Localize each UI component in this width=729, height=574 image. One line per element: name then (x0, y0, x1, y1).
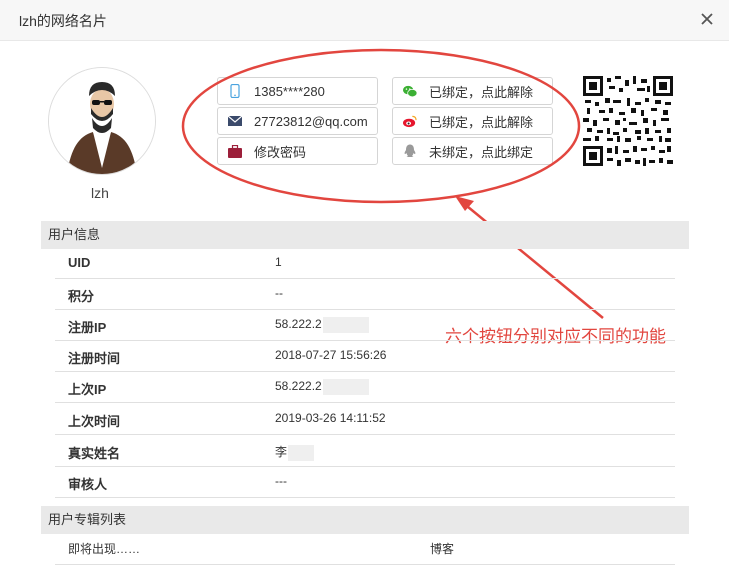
info-row-real-name: 真实姓名 李 (55, 436, 675, 467)
redaction-blur (288, 444, 315, 461)
dialog-titlebar: lzh的网络名片 (0, 0, 729, 41)
info-row-register-ip: 注册IP 58.222.2 (55, 310, 675, 341)
info-row-uid: UID 1 (55, 248, 675, 279)
weibo-binding-button[interactable]: 已绑定，点此解除 (392, 107, 553, 135)
info-row-last-ip: 上次IP 58.222.2 (55, 372, 675, 403)
info-row-points: 积分 -- (55, 279, 675, 310)
info-label: 积分 (68, 289, 95, 304)
info-label: 审核人 (68, 477, 108, 492)
info-label: 上次时间 (68, 414, 121, 429)
info-value: -- (275, 286, 283, 300)
info-label: 真实姓名 (68, 446, 121, 461)
info-row-register-time: 注册时间 2018-07-27 15:56:26 (55, 341, 675, 372)
info-value: 1 (275, 255, 282, 269)
album-item-type: 博客 (430, 542, 455, 556)
briefcase-icon (228, 144, 242, 158)
info-label: 注册IP (68, 320, 107, 335)
phone-button[interactable]: 1385****280 (217, 77, 378, 105)
phone-button-label: 1385****280 (254, 83, 325, 99)
avatar (48, 67, 156, 175)
info-value: 2018-07-27 15:56:26 (275, 348, 387, 362)
info-value: --- (275, 474, 287, 488)
info-label: 上次IP (68, 382, 107, 397)
info-value: 李 (275, 443, 315, 461)
user-info-header: 用户信息 (41, 221, 689, 249)
phone-icon (228, 84, 242, 98)
username: lzh (91, 185, 109, 201)
qq-binding-label: 未绑定，点此绑定 (429, 144, 534, 160)
wechat-binding-button[interactable]: 已绑定，点此解除 (392, 77, 553, 105)
email-button-label: 27723812@qq.com (254, 113, 368, 129)
info-value-text: 58.222.2 (275, 317, 322, 332)
info-label: UID (68, 255, 91, 270)
info-value-text: 58.222.2 (275, 379, 322, 394)
redaction-blur (322, 379, 369, 395)
weibo-binding-label: 已绑定，点此解除 (429, 114, 534, 130)
change-password-button[interactable]: 修改密码 (217, 137, 378, 165)
info-row-reviewer: 审核人 --- (55, 467, 675, 498)
weibo-icon (403, 114, 417, 128)
email-button[interactable]: 27723812@qq.com (217, 107, 378, 135)
info-label: 注册时间 (68, 351, 121, 366)
qq-icon (403, 144, 417, 158)
dialog-title: lzh的网络名片 (19, 13, 107, 29)
album-list-item: 即将出现…… 博客 (55, 534, 675, 565)
envelope-icon (228, 114, 242, 128)
info-value: 2019-03-26 14:11:52 (275, 411, 386, 425)
change-password-label: 修改密码 (254, 144, 307, 160)
info-row-last-time: 上次时间 2019-03-26 14:11:52 (55, 404, 675, 435)
wechat-binding-label: 已绑定，点此解除 (429, 84, 534, 100)
redaction-blur (322, 317, 369, 333)
info-value: 58.222.2 (275, 317, 369, 333)
wechat-icon (403, 84, 417, 98)
album-list-header: 用户专辑列表 (41, 506, 689, 534)
info-value-text: 李 (275, 445, 288, 459)
qq-binding-button[interactable]: 未绑定，点此绑定 (392, 137, 553, 165)
qr-code-icon (583, 76, 673, 166)
info-value: 58.222.2 (275, 379, 369, 395)
close-icon[interactable] (698, 10, 716, 28)
album-item-text: 即将出现…… (68, 542, 141, 556)
